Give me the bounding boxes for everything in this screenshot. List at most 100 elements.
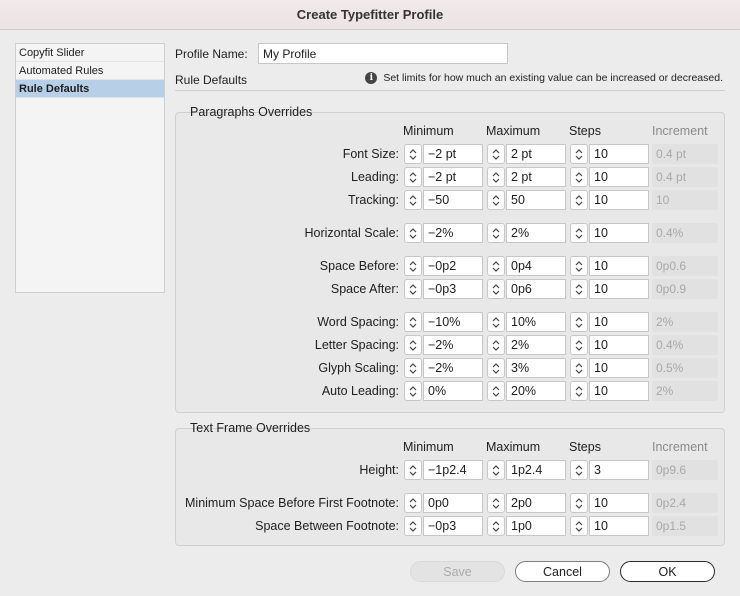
sidebar-item-copyfit-slider[interactable]: Copyfit Slider xyxy=(16,44,164,62)
maximum-stepper[interactable] xyxy=(487,335,505,355)
steps-stepper[interactable] xyxy=(570,144,588,164)
minimum-field[interactable]: −10% xyxy=(423,312,483,332)
maximum-stepper[interactable] xyxy=(487,381,505,401)
steps-stepper[interactable] xyxy=(570,460,588,480)
maximum-field[interactable]: 50 xyxy=(506,190,566,210)
maximum-field[interactable]: 2 pt xyxy=(506,167,566,187)
steps-field[interactable]: 10 xyxy=(589,312,649,332)
maximum-field[interactable]: 0p4 xyxy=(506,256,566,276)
profile-name-label: Profile Name: xyxy=(175,47,248,61)
increment-field: 0.4 pt xyxy=(652,167,718,187)
maximum-stepper[interactable] xyxy=(487,190,505,210)
maximum-field[interactable]: 3% xyxy=(506,358,566,378)
minimum-stepper[interactable] xyxy=(404,279,422,299)
save-button[interactable]: Save xyxy=(410,561,505,582)
increment-field: 0.4 pt xyxy=(652,144,718,164)
minimum-stepper[interactable] xyxy=(404,381,422,401)
minimum-stepper[interactable] xyxy=(404,460,422,480)
maximum-field[interactable]: 1p0 xyxy=(506,516,566,536)
minimum-stepper[interactable] xyxy=(404,144,422,164)
minimum-stepper[interactable] xyxy=(404,223,422,243)
steps-field[interactable]: 10 xyxy=(589,516,649,536)
steps-stepper[interactable] xyxy=(570,312,588,332)
sidebar-item-rule-defaults[interactable]: Rule Defaults xyxy=(16,80,164,98)
steps-stepper[interactable] xyxy=(570,381,588,401)
minimum-stepper[interactable] xyxy=(404,167,422,187)
minimum-field[interactable]: −50 xyxy=(423,190,483,210)
minimum-field[interactable]: −0p2 xyxy=(423,256,483,276)
minimum-field[interactable]: −2% xyxy=(423,223,483,243)
up-down-arrows-icon xyxy=(409,171,417,184)
up-down-arrows-icon xyxy=(492,171,500,184)
maximum-field[interactable]: 2% xyxy=(506,223,566,243)
minimum-field[interactable]: −1p2.4 xyxy=(423,460,483,480)
col-maximum-tf: Maximum xyxy=(486,440,541,454)
maximum-field[interactable]: 0p6 xyxy=(506,279,566,299)
maximum-field[interactable]: 2p0 xyxy=(506,493,566,513)
profile-name-input[interactable] xyxy=(258,43,508,64)
steps-field[interactable]: 10 xyxy=(589,167,649,187)
steps-field[interactable]: 10 xyxy=(589,493,649,513)
maximum-stepper[interactable] xyxy=(487,516,505,536)
steps-stepper[interactable] xyxy=(570,493,588,513)
minimum-field[interactable]: −2% xyxy=(423,335,483,355)
maximum-stepper[interactable] xyxy=(487,167,505,187)
up-down-arrows-icon xyxy=(492,316,500,329)
minimum-stepper[interactable] xyxy=(404,312,422,332)
maximum-field[interactable]: 20% xyxy=(506,381,566,401)
steps-field[interactable]: 10 xyxy=(589,256,649,276)
steps-stepper[interactable] xyxy=(570,358,588,378)
up-down-arrows-icon xyxy=(575,520,583,533)
row-label: Word Spacing: xyxy=(317,315,399,329)
minimum-field[interactable]: −2% xyxy=(423,358,483,378)
steps-field[interactable]: 10 xyxy=(589,190,649,210)
steps-field[interactable]: 10 xyxy=(589,223,649,243)
col-maximum: Maximum xyxy=(486,124,541,138)
maximum-stepper[interactable] xyxy=(487,312,505,332)
minimum-field[interactable]: −0p3 xyxy=(423,279,483,299)
minimum-stepper[interactable] xyxy=(404,190,422,210)
cancel-button[interactable]: Cancel xyxy=(515,561,610,582)
steps-field[interactable]: 10 xyxy=(589,358,649,378)
minimum-stepper[interactable] xyxy=(404,358,422,378)
minimum-stepper[interactable] xyxy=(404,516,422,536)
steps-stepper[interactable] xyxy=(570,190,588,210)
steps-field[interactable]: 10 xyxy=(589,381,649,401)
steps-field[interactable]: 10 xyxy=(589,144,649,164)
maximum-stepper[interactable] xyxy=(487,144,505,164)
minimum-field[interactable]: 0p0 xyxy=(423,493,483,513)
maximum-stepper[interactable] xyxy=(487,256,505,276)
row-label: Leading: xyxy=(351,170,399,184)
maximum-field[interactable]: 10% xyxy=(506,312,566,332)
maximum-field[interactable]: 1p2.4 xyxy=(506,460,566,480)
steps-field[interactable]: 10 xyxy=(589,335,649,355)
steps-stepper[interactable] xyxy=(570,516,588,536)
maximum-field[interactable]: 2% xyxy=(506,335,566,355)
ok-button[interactable]: OK xyxy=(620,561,715,582)
minimum-field[interactable]: −2 pt xyxy=(423,167,483,187)
steps-stepper[interactable] xyxy=(570,223,588,243)
steps-stepper[interactable] xyxy=(570,335,588,355)
maximum-stepper[interactable] xyxy=(487,279,505,299)
minimum-stepper[interactable] xyxy=(404,256,422,276)
paragraphs-overrides-title: Paragraphs Overrides xyxy=(190,105,313,119)
minimum-stepper[interactable] xyxy=(404,335,422,355)
steps-field[interactable]: 10 xyxy=(589,279,649,299)
maximum-stepper[interactable] xyxy=(487,460,505,480)
minimum-stepper[interactable] xyxy=(404,493,422,513)
minimum-field[interactable]: −2 pt xyxy=(423,144,483,164)
maximum-stepper[interactable] xyxy=(487,493,505,513)
row-label: Glyph Scaling: xyxy=(318,361,399,375)
up-down-arrows-icon xyxy=(575,283,583,296)
steps-field[interactable]: 3 xyxy=(589,460,649,480)
up-down-arrows-icon xyxy=(575,227,583,240)
maximum-stepper[interactable] xyxy=(487,358,505,378)
minimum-field[interactable]: 0% xyxy=(423,381,483,401)
minimum-field[interactable]: −0p3 xyxy=(423,516,483,536)
maximum-stepper[interactable] xyxy=(487,223,505,243)
steps-stepper[interactable] xyxy=(570,167,588,187)
steps-stepper[interactable] xyxy=(570,279,588,299)
steps-stepper[interactable] xyxy=(570,256,588,276)
sidebar-item-automated-rules[interactable]: Automated Rules xyxy=(16,62,164,80)
maximum-field[interactable]: 2 pt xyxy=(506,144,566,164)
